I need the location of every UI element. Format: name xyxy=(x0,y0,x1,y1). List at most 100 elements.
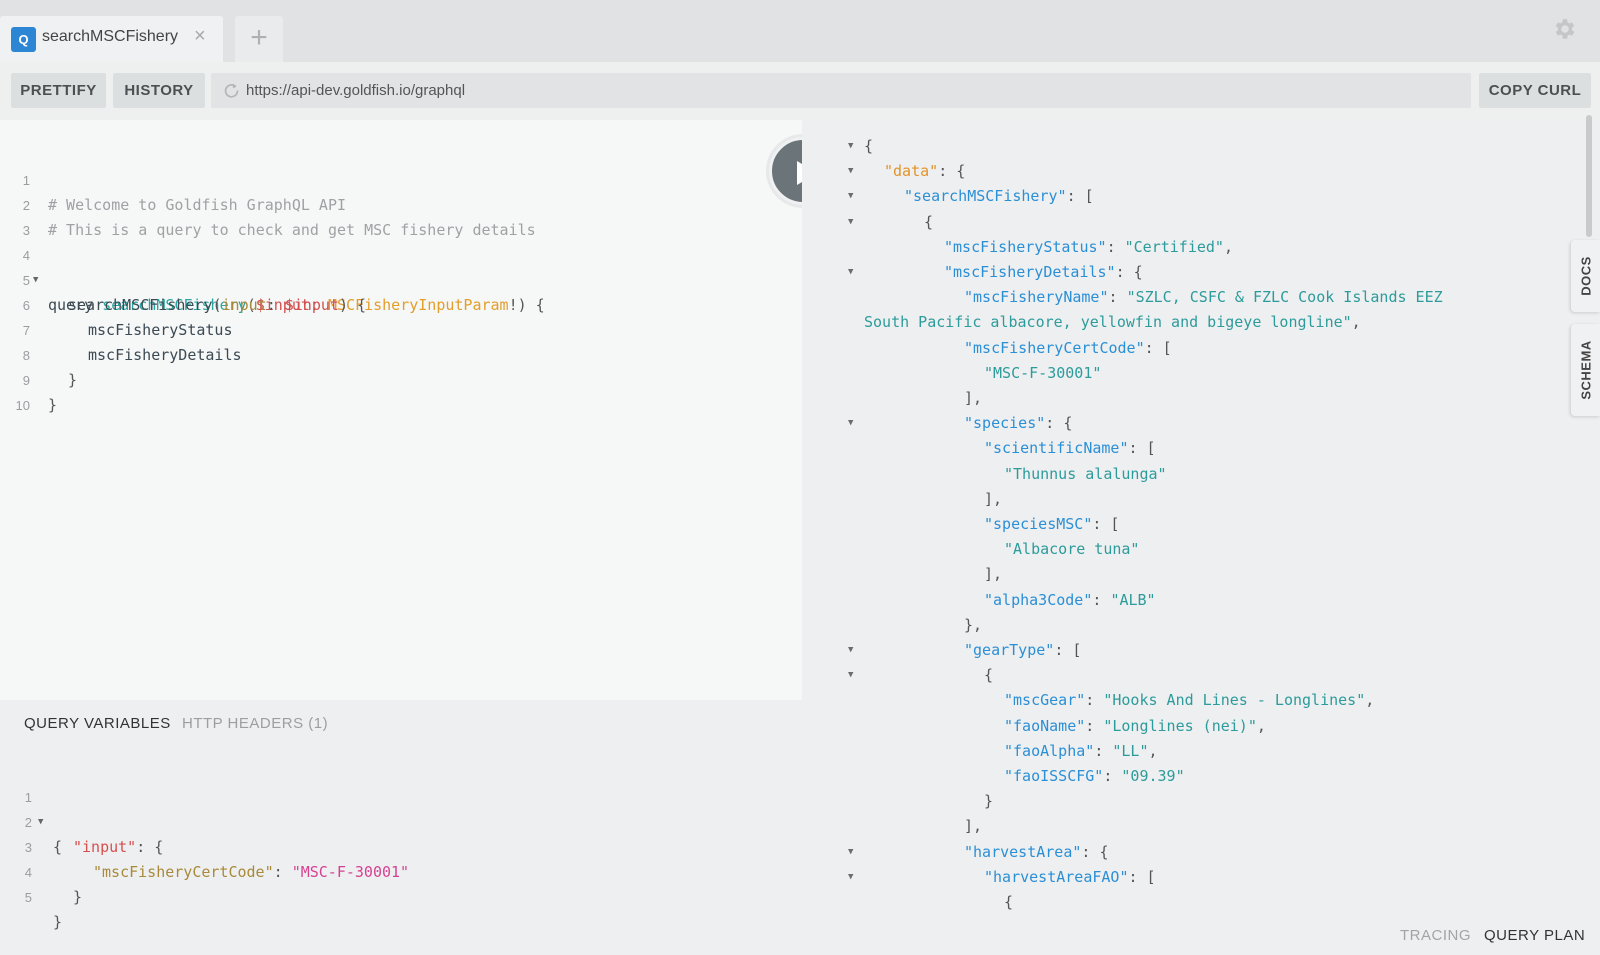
json-punct: ], xyxy=(964,389,983,407)
result-line-text: "species": { xyxy=(964,411,1072,436)
result-line: ], xyxy=(802,814,1562,839)
json-key: "speciesMSC" xyxy=(984,515,1093,533)
add-tab-button[interactable]: + xyxy=(235,16,283,62)
json-string: "SZLC, CSFC & FZLC Cook Islands EEZ xyxy=(1126,288,1443,307)
json-punct: , xyxy=(1148,741,1158,760)
result-line-text: "faoISSCFG": "09.39" xyxy=(1004,764,1185,789)
result-viewer[interactable]: ▼{▼ "data": {▼ "searchMSCFishery": [▼{"msc… xyxy=(802,120,1600,915)
editor-line: 10 xyxy=(0,368,800,413)
fold-arrow-icon[interactable]: ▼ xyxy=(848,638,853,663)
result-line-text: "mscFisheryDetails": { xyxy=(944,260,1143,285)
variables-pane: QUERY VARIABLES HTTP HEADERS (1) 1 ▼ { 2… xyxy=(0,700,802,955)
result-line: ▼{ xyxy=(802,663,1562,688)
tab-title: searchMSCFishery xyxy=(42,28,179,45)
json-punct: : xyxy=(1085,691,1104,710)
json-punct: : [ xyxy=(1092,515,1120,533)
fold-arrow-icon[interactable]: ▼ xyxy=(848,159,853,184)
editor-line: 8 } xyxy=(0,318,800,389)
punct: } xyxy=(53,913,63,931)
line-number: 10 xyxy=(15,398,30,413)
prettify-button[interactable]: PRETTIFY xyxy=(11,73,106,108)
copy-curl-button[interactable]: COPY CURL xyxy=(1479,73,1591,108)
json-string: "Certified" xyxy=(1124,237,1224,256)
query-editor[interactable]: 1 # Welcome to Goldfish GraphQL API 2 # … xyxy=(0,120,802,700)
result-line: ▼ "data": { xyxy=(802,159,1562,184)
json-punct: : xyxy=(1103,767,1122,785)
json-key: "faoName" xyxy=(1004,716,1086,735)
result-line: "faoName": "Longlines (nei)", xyxy=(802,714,1562,739)
result-line: { xyxy=(802,890,1562,915)
tab-bar: Q searchMSCFishery × + xyxy=(0,0,1600,62)
result-line: "mscFisheryStatus": "Certified", xyxy=(802,235,1562,260)
fold-arrow-icon[interactable]: ▼ xyxy=(848,663,853,688)
result-line-text: "searchMSCFishery": [ xyxy=(904,184,1094,209)
reload-icon[interactable] xyxy=(223,82,240,99)
result-line: "Thunnus alalunga" xyxy=(802,462,1562,487)
result-line-text: "scientificName": [ xyxy=(984,436,1156,461)
fold-arrow-icon[interactable]: ▼ xyxy=(848,411,853,436)
result-line-text: } xyxy=(984,789,993,814)
punct: } xyxy=(48,396,58,414)
result-line: "scientificName": [ xyxy=(802,436,1562,461)
result-line: "mscFisheryCertCode": [ xyxy=(802,336,1562,361)
fold-arrow-icon[interactable]: ▼ xyxy=(848,134,853,159)
json-punct: ], xyxy=(984,489,1003,508)
editor-line: 4 } xyxy=(0,835,800,906)
docs-tab[interactable]: DOCS xyxy=(1571,240,1600,312)
editor-line: 2 # This is a query to check and get MSC… xyxy=(0,168,800,239)
json-punct: { xyxy=(924,212,934,231)
json-punct: { xyxy=(984,666,994,685)
tracing-tab[interactable]: TRACING xyxy=(1400,927,1471,944)
json-key: "scientificName" xyxy=(984,439,1129,458)
editor-line: 5 searchMSCFishery(input: $input) { xyxy=(0,243,800,314)
editor-line: 4 ▼ query searchMSCFishery($input: MSCFi… xyxy=(0,218,800,314)
tab-http-headers[interactable]: HTTP HEADERS (1) xyxy=(182,715,328,732)
result-line: "MSC-F-30001" xyxy=(802,361,1562,386)
result-scrollbar[interactable] xyxy=(1586,115,1592,237)
fold-arrow-icon[interactable]: ▼ xyxy=(848,260,853,285)
fold-arrow-icon[interactable]: ▼ xyxy=(848,865,853,890)
json-key: "mscGear" xyxy=(1004,691,1086,710)
result-line: ], xyxy=(802,562,1562,587)
json-punct: : xyxy=(1106,237,1125,256)
gear-icon[interactable] xyxy=(1552,16,1578,42)
editor-line: 2 "input": { xyxy=(0,785,800,856)
json-punct: }, xyxy=(964,615,983,634)
fold-arrow-icon[interactable]: ▼ xyxy=(848,840,853,865)
json-punct: : xyxy=(1092,590,1111,609)
result-line: ▼ "mscFisheryDetails": { xyxy=(802,260,1562,285)
editor-line: 7 mscFisheryDetails xyxy=(0,293,800,364)
json-string: South Pacific albacore, yellowfin and bi… xyxy=(864,313,1352,332)
result-line-text: "MSC-F-30001" xyxy=(984,361,1101,386)
toolbar: PRETTIFY HISTORY https://api-dev.goldfis… xyxy=(0,62,1600,120)
json-punct: , xyxy=(1256,716,1266,735)
result-line: "Albacore tuna" xyxy=(802,537,1562,562)
docs-tab-label: DOCS xyxy=(1578,256,1593,296)
json-punct: : { xyxy=(1115,263,1143,281)
result-line-text: "mscFisheryName": "SZLC, CSFC & FZLC Coo… xyxy=(964,285,1443,310)
result-line-text: "data": { xyxy=(884,159,965,184)
query-plan-tab[interactable]: QUERY PLAN xyxy=(1484,927,1585,944)
result-line-text: "faoAlpha": "LL", xyxy=(1004,739,1158,764)
json-punct: { xyxy=(1004,893,1014,911)
result-line-text: ], xyxy=(964,386,982,411)
editor-line: 5 } xyxy=(0,860,800,931)
result-line: "mscFisheryName": "SZLC, CSFC & FZLC Coo… xyxy=(802,285,1562,310)
tab-query-variables[interactable]: QUERY VARIABLES xyxy=(24,715,171,732)
json-key: "harvestArea" xyxy=(964,842,1082,861)
result-line: "mscGear": "Hooks And Lines - Longlines"… xyxy=(802,688,1562,713)
result-line-text: { xyxy=(864,134,873,159)
json-punct: : xyxy=(1085,716,1104,735)
history-button[interactable]: HISTORY xyxy=(113,73,205,108)
result-line-text: "alpha3Code": "ALB" xyxy=(984,588,1156,613)
fold-arrow-icon[interactable]: ▼ xyxy=(848,210,853,235)
result-line: "alpha3Code": "ALB" xyxy=(802,588,1562,613)
fold-arrow-icon[interactable]: ▼ xyxy=(848,184,853,209)
close-icon[interactable]: × xyxy=(194,26,206,46)
json-punct: : { xyxy=(1045,414,1073,433)
json-key: "faoISSCFG" xyxy=(1004,767,1104,785)
tab-searchMSCFishery[interactable]: Q searchMSCFishery × xyxy=(0,16,223,62)
endpoint-url-input[interactable]: https://api-dev.goldfish.io/graphql xyxy=(211,73,1471,108)
json-string: "ALB" xyxy=(1110,590,1156,609)
schema-tab[interactable]: SCHEMA xyxy=(1571,324,1600,416)
